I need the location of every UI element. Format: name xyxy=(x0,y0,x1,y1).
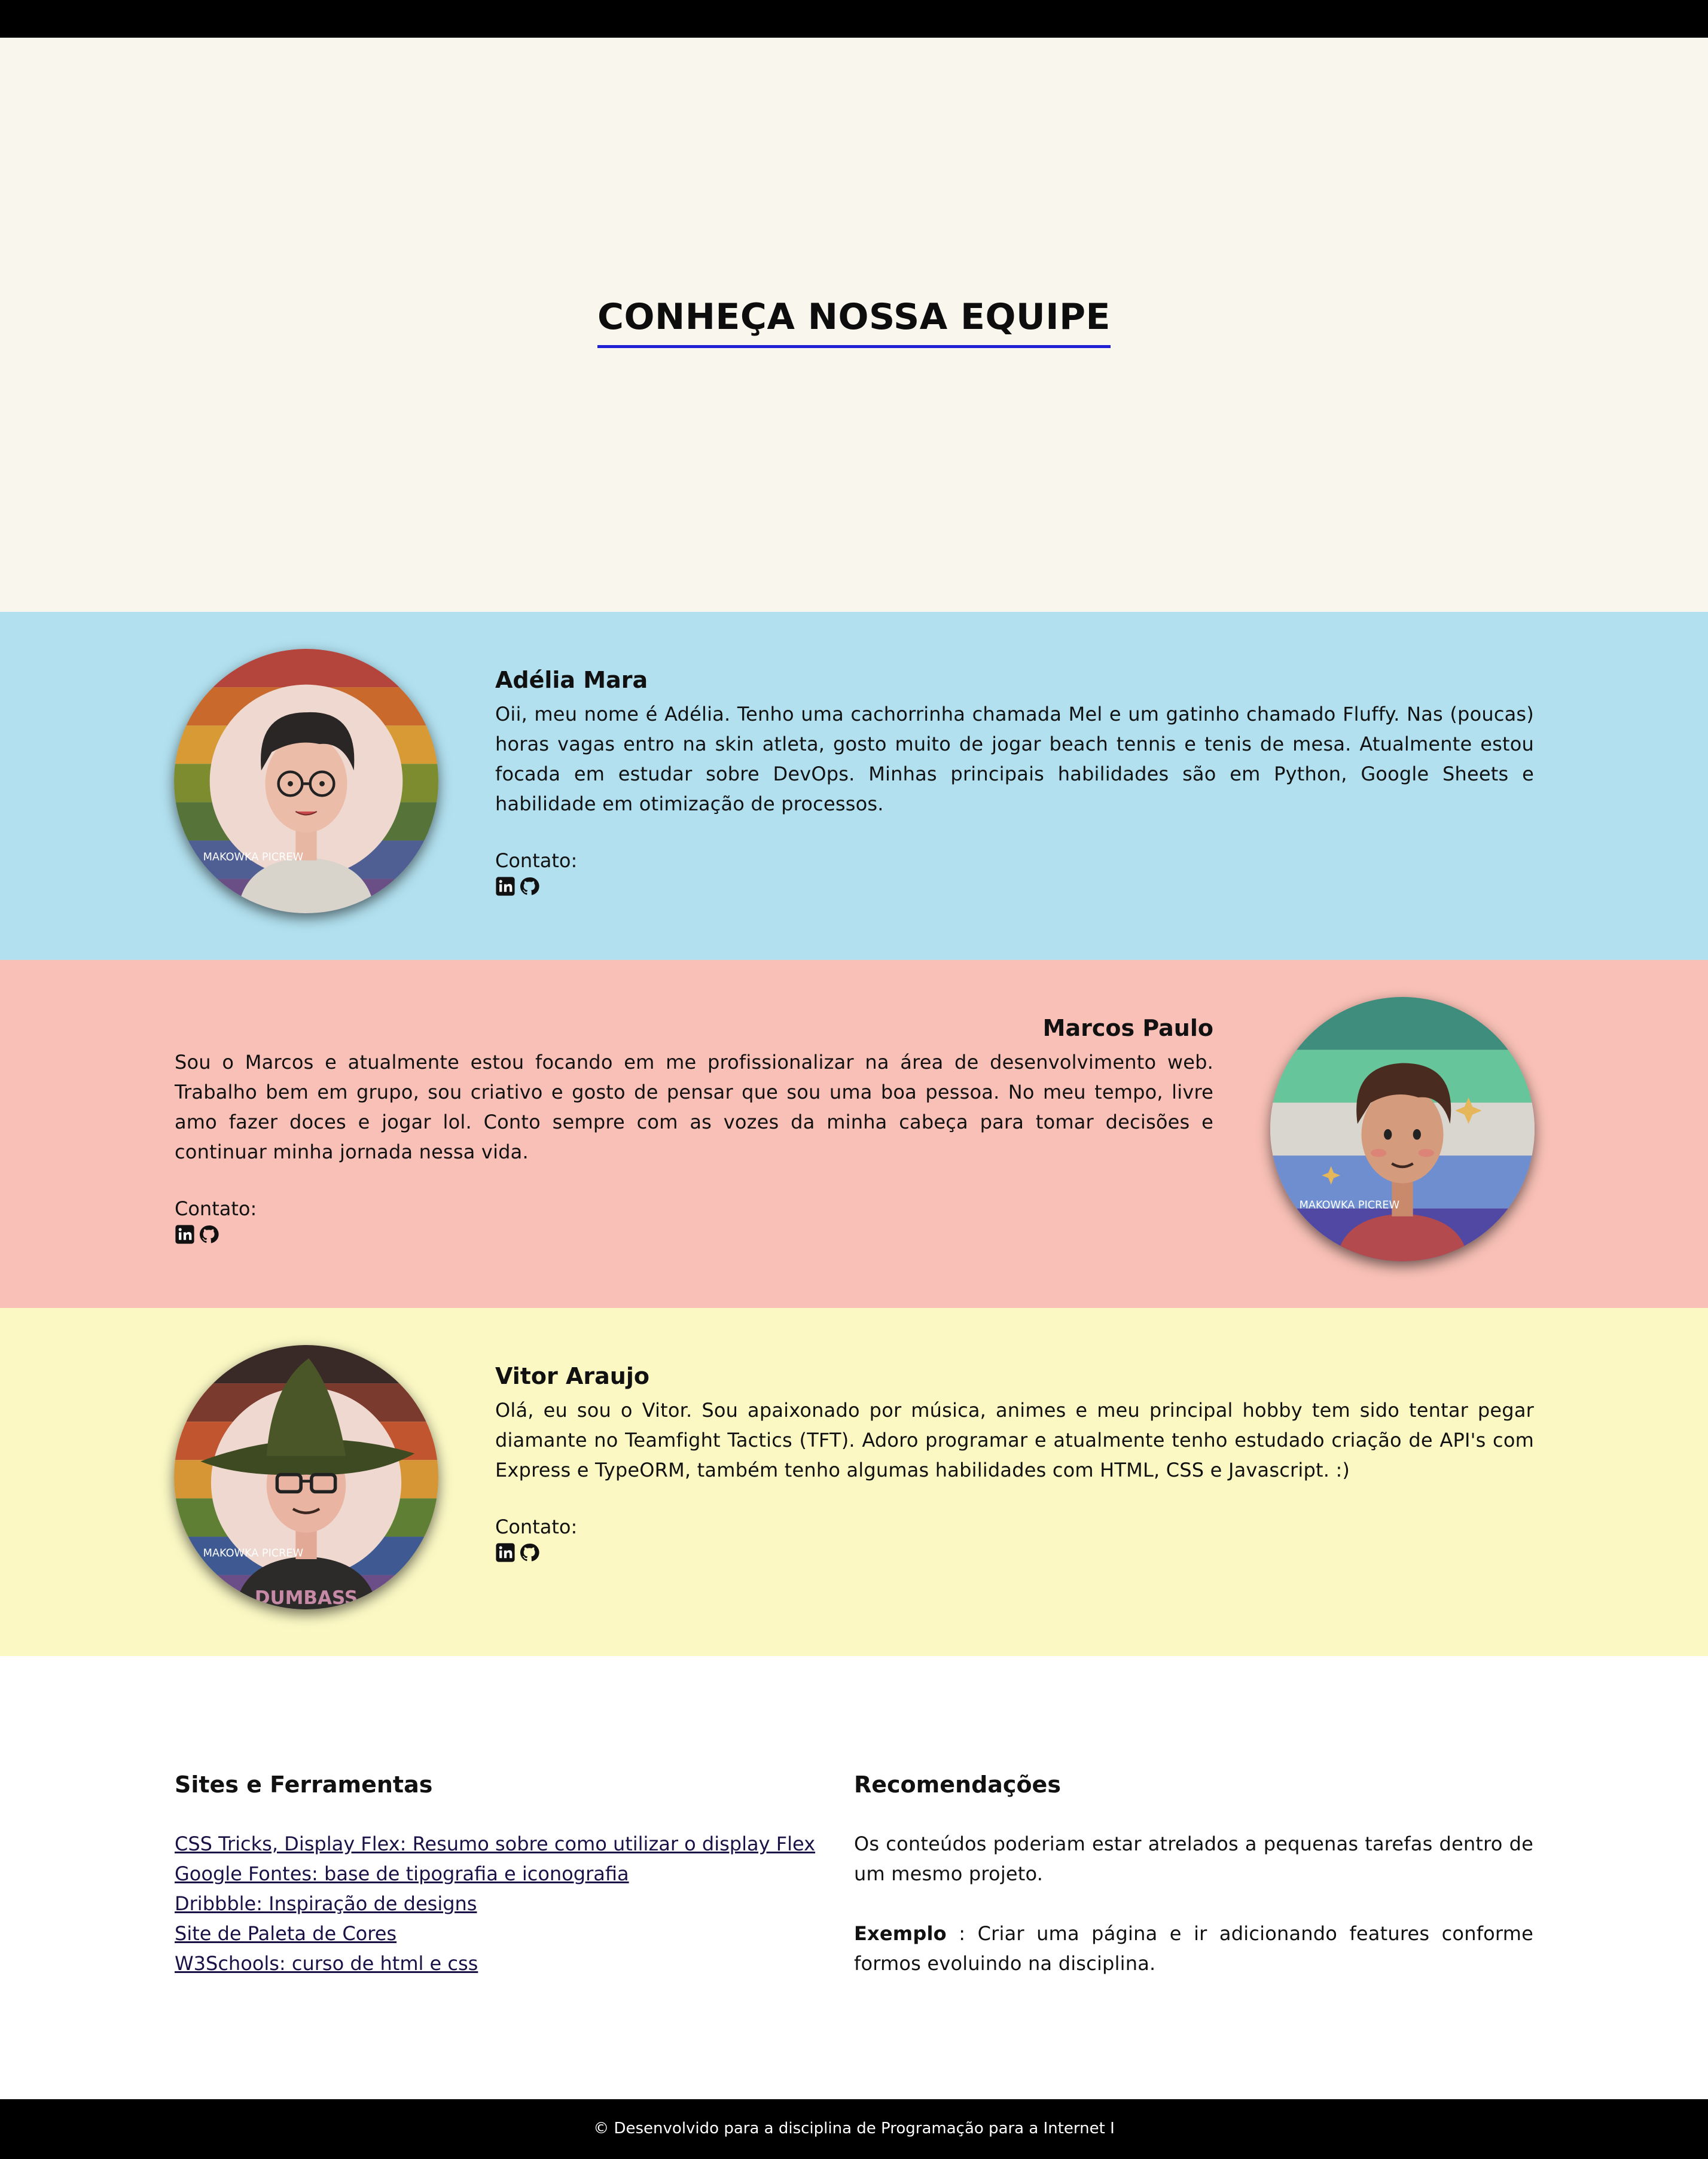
member-card-marcos: Marcos Paulo Sou o Marcos e atualmente e… xyxy=(0,960,1708,1308)
member-name: Adélia Mara xyxy=(495,667,648,693)
page-title: CONHEÇA NOSSA EQUIPE xyxy=(0,296,1708,348)
member-info: Adélia Mara Oii, meu nome é Adélia. Tenh… xyxy=(495,666,1534,896)
avatar-illustration: MAKOWKA PICREW xyxy=(174,649,438,913)
footer-text: © Desenvolvido para a disciplina de Prog… xyxy=(593,2120,1115,2137)
member-bio: Sou o Marcos e atualmente estou focando … xyxy=(175,1051,1213,1163)
linkedin-icon[interactable] xyxy=(495,876,516,896)
linkedin-icon[interactable] xyxy=(175,1224,195,1245)
page-title-text: CONHEÇA NOSSA EQUIPE xyxy=(597,296,1111,348)
github-icon[interactable] xyxy=(199,1224,219,1245)
link-w3schools[interactable]: W3Schools: curso de html e css xyxy=(175,1948,821,1978)
hero-section: CONHEÇA NOSSA EQUIPE xyxy=(0,38,1708,612)
member-bio: Oii, meu nome é Adélia. Tenho uma cachor… xyxy=(495,703,1534,815)
avatar: MAKOWKA PICREW xyxy=(1270,997,1535,1261)
avatar-watermark: MAKOWKA PICREW xyxy=(203,852,303,864)
github-icon[interactable] xyxy=(519,876,539,896)
recommendations-example: Exemplo : Criar uma página e ir adiciona… xyxy=(854,1919,1533,1978)
avatar: DUMBASS MAKOWKA PICREW xyxy=(174,1345,438,1609)
contact-label: Contato: xyxy=(495,1515,578,1538)
link-google-fonts[interactable]: Google Fontes: base de tipografia e icon… xyxy=(175,1859,821,1889)
recommendations-paragraph: Os conteúdos poderiam estar atrelados a … xyxy=(854,1832,1533,1885)
link-color-palette[interactable]: Site de Paleta de Cores xyxy=(175,1919,821,1948)
member-info: Marcos Paulo Sou o Marcos e atualmente e… xyxy=(175,1014,1213,1245)
link-dribbble[interactable]: Dribbble: Inspiração de designs xyxy=(175,1889,821,1919)
member-bio: Olá, eu sou o Vitor. Sou apaixonado por … xyxy=(495,1399,1534,1481)
avatar-watermark: MAKOWKA PICREW xyxy=(203,1548,303,1560)
avatar-watermark: MAKOWKA PICREW xyxy=(1300,1200,1399,1212)
member-card-vitor: DUMBASS MAKOWKA PICREW Vitor Araujo Olá,… xyxy=(0,1308,1708,1656)
recommendations-title: Recomendações xyxy=(854,1771,1061,1798)
member-name: Marcos Paulo xyxy=(1042,1015,1213,1041)
contact-icons xyxy=(495,876,1534,896)
contact-label: Contato: xyxy=(175,1197,257,1220)
member-card-adelia: MAKOWKA PICREW Adélia Mara Oii, meu nome… xyxy=(0,612,1708,960)
contact-icons xyxy=(495,1542,1534,1563)
member-name: Vitor Araujo xyxy=(495,1363,649,1389)
shirt-text: DUMBASS xyxy=(255,1587,358,1609)
resources-section: Sites e Ferramentas CSS Tricks, Display … xyxy=(175,1770,821,1978)
contact-label: Contato: xyxy=(495,849,578,872)
recommendations-section: Recomendações Os conteúdos poderiam esta… xyxy=(854,1770,1533,1978)
resources-title: Sites e Ferramentas xyxy=(175,1771,433,1798)
github-icon[interactable] xyxy=(519,1542,539,1563)
member-info: Vitor Araujo Olá, eu sou o Vitor. Sou ap… xyxy=(495,1362,1534,1563)
avatar-illustration: MAKOWKA PICREW xyxy=(1270,997,1535,1261)
top-bar xyxy=(0,0,1708,38)
example-label: Exemplo xyxy=(854,1922,947,1945)
example-text: : Criar uma página e ir adicionando feat… xyxy=(854,1922,1533,1975)
link-css-tricks[interactable]: CSS Tricks, Display Flex: Resumo sobre c… xyxy=(175,1829,821,1859)
linkedin-icon[interactable] xyxy=(495,1542,516,1563)
footer: © Desenvolvido para a disciplina de Prog… xyxy=(0,2099,1708,2159)
avatar: MAKOWKA PICREW xyxy=(174,649,438,913)
avatar-illustration: DUMBASS MAKOWKA PICREW xyxy=(174,1345,438,1609)
contact-icons xyxy=(175,1224,1213,1245)
